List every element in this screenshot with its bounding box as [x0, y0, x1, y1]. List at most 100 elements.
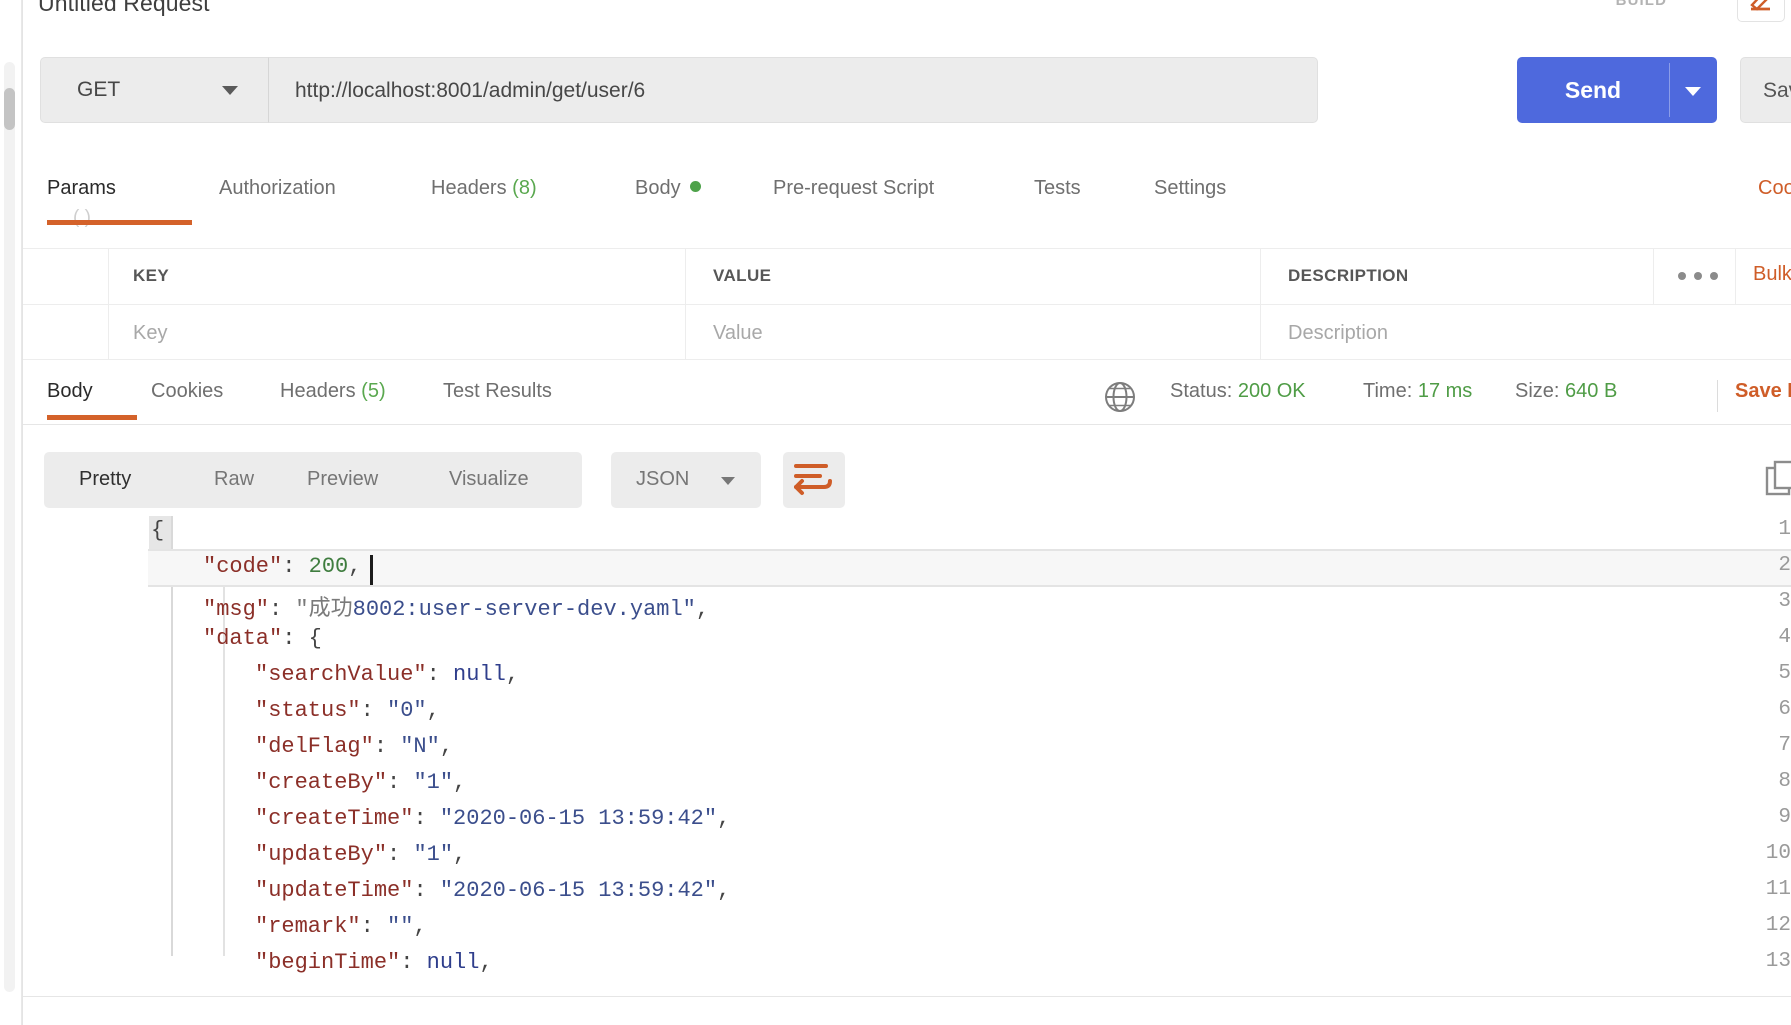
viewer-mode-visualize[interactable]: Visualize	[449, 468, 529, 491]
param-value-input[interactable]: Value	[713, 322, 763, 378]
cookies-link[interactable]: Cookies	[1758, 177, 1791, 200]
response-viewer-toolbar: Pretty Raw Preview Visualize JSON	[23, 452, 1791, 512]
code-token: "成功	[295, 597, 353, 622]
tab-headers[interactable]: Headers (8)	[431, 177, 537, 200]
viewer-mode-raw[interactable]: Raw	[214, 468, 254, 491]
code-line[interactable]: "status": "0",	[151, 698, 440, 723]
line-number: 4	[1778, 626, 1791, 649]
code-token: ,	[479, 950, 493, 975]
build-edit-button[interactable]	[1737, 0, 1785, 22]
line-number: 8	[1778, 770, 1791, 793]
code-token: 8002:user-server-dev.yaml"	[352, 597, 696, 622]
code-token: "msg"	[203, 597, 270, 622]
code-line[interactable]: "createBy": "1",	[151, 770, 466, 795]
code-line[interactable]: "msg": "成功8002:user-server-dev.yaml",	[151, 590, 709, 622]
code-token: :	[426, 662, 454, 687]
code-token: :	[373, 734, 401, 759]
code-line[interactable]: "searchValue": null,	[151, 662, 519, 687]
time-value: 17 ms	[1417, 380, 1473, 402]
viewer-mode-preview[interactable]: Preview	[307, 468, 378, 491]
response-tab-body[interactable]: Body	[47, 380, 93, 403]
url-bar-row: GET http://localhost:8001/admin/get/user…	[23, 57, 1791, 123]
code-token: "beginTime"	[255, 950, 401, 975]
code-token: ,	[439, 734, 454, 759]
code-token: :	[269, 597, 296, 622]
code-token: :	[387, 842, 414, 867]
line-number: 3	[1778, 590, 1791, 613]
page-scrollbar-track[interactable]	[4, 62, 15, 992]
copy-icon	[1765, 460, 1791, 496]
column-header-key: KEY	[133, 266, 170, 285]
line-number: 13	[1765, 950, 1791, 973]
http-method-dropdown[interactable]: GET	[40, 57, 268, 123]
code-token: ,	[695, 597, 710, 622]
code-line[interactable]: "code": 200,	[151, 554, 361, 579]
response-body-code[interactable]: 1 {2 "code": 200, 3 "msg": "成功8002:user-serv…	[23, 516, 1791, 996]
bulk-edit-link[interactable]: Bulk	[1753, 263, 1791, 286]
code-line[interactable]: "updateBy": "1",	[151, 842, 466, 867]
response-tabs: Body Cookies Headers (5) Test Results St…	[23, 372, 1791, 422]
send-button[interactable]: Send	[1517, 57, 1717, 123]
response-format-dropdown[interactable]: JSON	[611, 452, 761, 508]
active-tab-underline	[47, 220, 192, 225]
code-token: ,	[413, 914, 427, 939]
code-line[interactable]: "updateTime": "2020-06-15 13:59:42",	[151, 878, 730, 903]
tab-pre-request-script[interactable]: Pre-request Script	[773, 177, 934, 200]
send-button-label: Send	[1564, 76, 1622, 103]
viewer-mode-pretty[interactable]: Pretty	[79, 468, 131, 491]
line-number: 7	[1778, 734, 1791, 757]
time-badge: Time: 17 ms	[1363, 380, 1472, 403]
param-key-input[interactable]: Key	[133, 322, 167, 378]
word-wrap-button[interactable]	[783, 452, 845, 508]
line-number: 2	[1778, 554, 1791, 577]
code-line[interactable]: "remark": "",	[151, 914, 427, 939]
code-token: "createBy"	[255, 770, 388, 795]
code-token: "1"	[413, 842, 454, 867]
code-token: ,	[505, 662, 520, 687]
tab-params[interactable]: Params	[47, 177, 116, 200]
code-token: :	[387, 770, 414, 795]
code-token: "code"	[203, 554, 283, 579]
url-input[interactable]: http://localhost:8001/admin/get/user/6	[268, 57, 1318, 123]
tab-settings[interactable]: Settings	[1154, 177, 1226, 200]
status-badge: Status: 200 OK	[1170, 380, 1306, 403]
size-badge: Size: 640 B	[1515, 380, 1617, 403]
response-tab-test-results[interactable]: Test Results	[443, 380, 552, 403]
code-line[interactable]: "beginTime": null,	[151, 950, 493, 975]
headers-count: (8)	[512, 177, 537, 199]
code-line[interactable]: {	[151, 518, 164, 543]
pen-edit-icon	[1750, 0, 1770, 11]
save-button[interactable]: Save	[1740, 57, 1791, 123]
format-chevron-down-icon	[721, 477, 735, 485]
left-rail	[0, 0, 22, 1025]
response-tab-cookies[interactable]: Cookies	[151, 380, 223, 403]
send-chevron-down-icon[interactable]	[1685, 87, 1701, 96]
code-token: :	[282, 554, 309, 579]
code-line[interactable]: "createTime": "2020-06-15 13:59:42",	[151, 806, 730, 831]
ellipsis-icon[interactable]	[1678, 266, 1730, 286]
code-token: {	[151, 518, 165, 543]
code-token: :	[360, 698, 388, 723]
code-line[interactable]: "delFlag": "N",	[151, 734, 453, 759]
page-scrollbar-thumb[interactable]	[4, 88, 15, 130]
tab-tests[interactable]: Tests	[1034, 177, 1081, 200]
code-token: null	[426, 950, 480, 975]
save-response-link[interactable]: Save Respo	[1735, 380, 1791, 403]
response-tab-headers[interactable]: Headers (5)	[280, 380, 386, 403]
code-line[interactable]: "data": {	[151, 626, 322, 651]
column-header-description: DESCRIPTION	[1288, 266, 1409, 285]
code-token: :	[413, 806, 440, 831]
page-title: Untitled Request	[38, 0, 210, 16]
tab-body[interactable]: Body	[635, 177, 701, 200]
url-value: http://localhost:8001/admin/get/user/6	[295, 79, 646, 102]
code-token: "2020-06-15 13:59:42"	[439, 878, 718, 903]
copy-button[interactable]	[1763, 460, 1791, 500]
param-description-input[interactable]: Description	[1288, 322, 1388, 378]
body-present-dot-icon	[689, 181, 701, 192]
tab-authorization[interactable]: Authorization	[219, 177, 336, 200]
code-token: "searchValue"	[255, 662, 427, 687]
response-headers-count: (5)	[361, 380, 386, 402]
code-token: "remark"	[255, 914, 361, 939]
params-table: KEY VALUE DESCRIPTION Bulk Key Value Des…	[23, 248, 1791, 360]
save-button-label: Save	[1763, 79, 1791, 102]
